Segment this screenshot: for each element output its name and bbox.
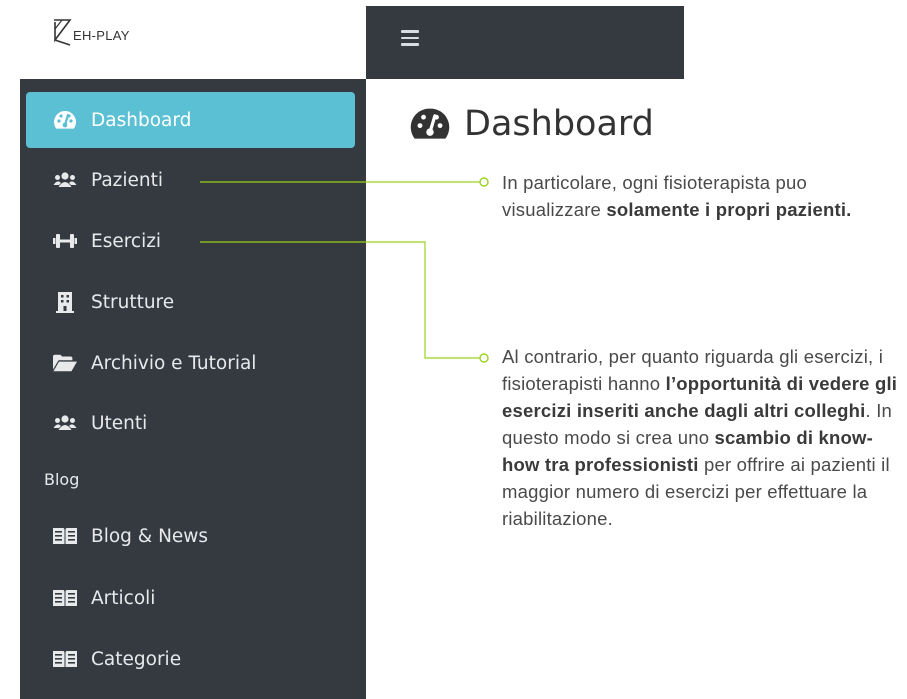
sidebar-item-esercizi[interactable]: Esercizi: [26, 213, 355, 269]
sidebar-item-strutture[interactable]: Strutture: [26, 274, 355, 330]
page-title-text: Dashboard: [464, 104, 654, 144]
sidebar-item-label: Blog & News: [91, 525, 209, 547]
sidebar-item-label: Articoli: [91, 587, 156, 609]
sidebar-item-articoli[interactable]: Articoli: [26, 570, 355, 626]
sidebar-item-label: Pazienti: [91, 169, 164, 191]
app-logo[interactable]: EH-PLAY: [52, 14, 130, 50]
sidebar-item-label: Archivio e Tutorial: [91, 352, 257, 374]
dashboard-gauge-icon: [410, 108, 450, 139]
sidebar-item-label: Utenti: [91, 412, 148, 434]
sidebar-section-blog: Blog: [44, 470, 80, 489]
sidebar-item-label: Esercizi: [91, 230, 162, 252]
logo-text: EH-PLAY: [73, 27, 130, 43]
page-title: Dashboard: [410, 104, 654, 144]
sidebar-item-archivio[interactable]: Archivio e Tutorial: [26, 335, 355, 391]
sidebar-item-blog-news[interactable]: Blog & News: [26, 508, 355, 564]
dumbbell-icon: [53, 230, 77, 252]
annotation-note-pazienti: In particolare, ogni fisioterapista puo …: [502, 169, 882, 223]
book-open-icon: [53, 587, 77, 609]
note-bold-text: solamente i propri pazienti.: [606, 199, 852, 220]
book-open-icon: [53, 525, 77, 547]
sidebar-item-utenti[interactable]: Utenti: [26, 395, 355, 451]
users-icon: [53, 412, 77, 434]
sidebar-item-dashboard[interactable]: Dashboard: [26, 92, 355, 148]
dashboard-gauge-icon: [53, 109, 77, 131]
users-icon: [53, 169, 77, 191]
sidebar-item-label: Categorie: [91, 648, 182, 670]
sidebar: Dashboard Pazienti Esercizi Strutture Ar…: [20, 79, 366, 699]
folder-open-icon: [53, 352, 77, 374]
sidebar-item-pazienti[interactable]: Pazienti: [26, 152, 355, 208]
sidebar-item-label: Dashboard: [91, 109, 192, 131]
sidebar-item-label: Strutture: [91, 291, 175, 313]
hamburger-icon[interactable]: [401, 30, 419, 46]
sidebar-item-categorie[interactable]: Categorie: [26, 631, 355, 687]
building-icon: [53, 291, 77, 313]
book-open-icon: [53, 648, 77, 670]
annotation-note-esercizi: Al contrario, per quanto riguarda gli es…: [502, 343, 902, 532]
logo-mark-icon: [54, 19, 72, 46]
